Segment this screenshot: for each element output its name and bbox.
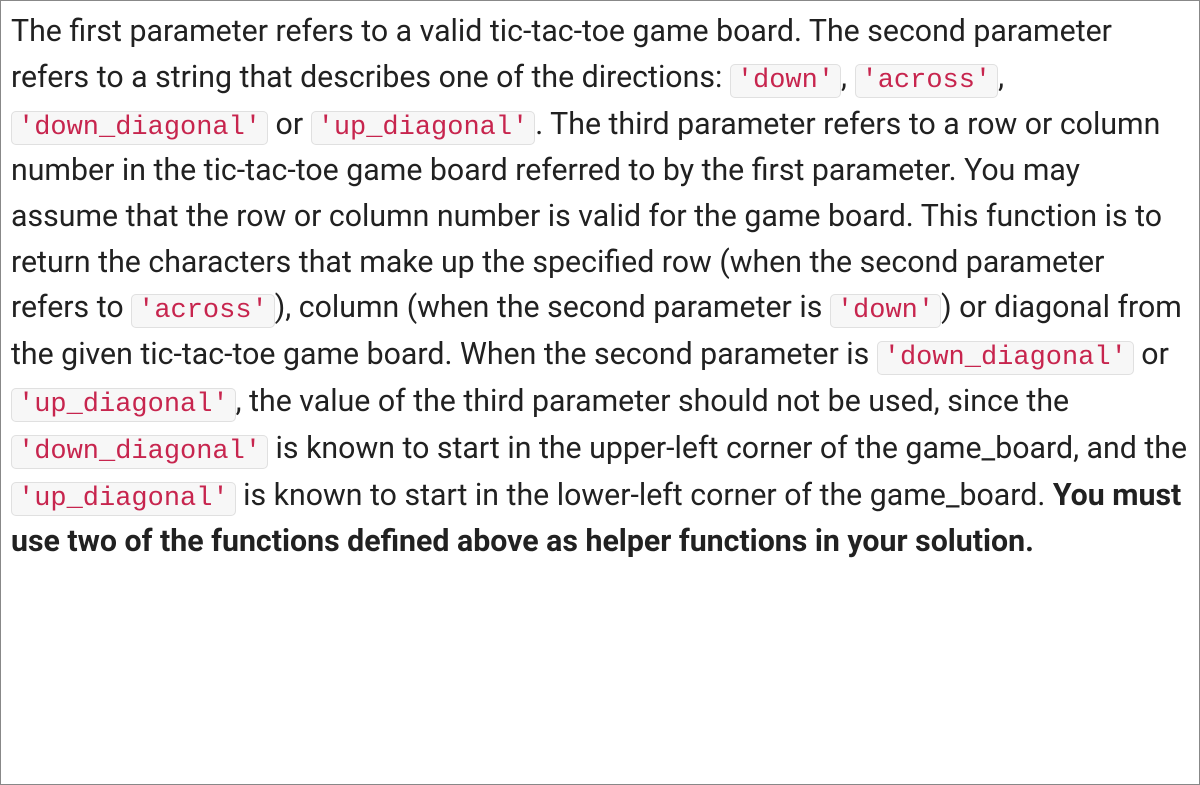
code-literal-down-diagonal: 'down_diagonal' [11,435,268,469]
text-run: , [841,60,854,95]
text-run: or [1134,337,1169,372]
code-literal-down: 'down' [830,294,941,328]
text-run: or [268,107,311,142]
text-run: ), column (when the second parameter is [275,290,830,325]
code-literal-up-diagonal: 'up_diagonal' [11,388,236,422]
code-literal-down-diagonal: 'down_diagonal' [877,341,1134,375]
code-literal-up-diagonal: 'up_diagonal' [11,482,236,516]
document-page: The first parameter refers to a valid ti… [0,0,1200,785]
code-literal-across: 'across' [855,64,999,98]
text-run: , [998,60,1004,95]
text-run: , the value of the third parameter shoul… [236,384,1069,419]
code-literal-across: 'across' [131,294,275,328]
text-run: is known to start in the upper-left corn… [268,431,1187,466]
text-run: is known to start in the lower-left corn… [236,478,1053,513]
code-literal-down: 'down' [730,64,841,98]
code-literal-up-diagonal: 'up_diagonal' [311,111,536,145]
paragraph-body: The first parameter refers to a valid ti… [11,9,1189,565]
code-literal-down-diagonal: 'down_diagonal' [11,111,268,145]
